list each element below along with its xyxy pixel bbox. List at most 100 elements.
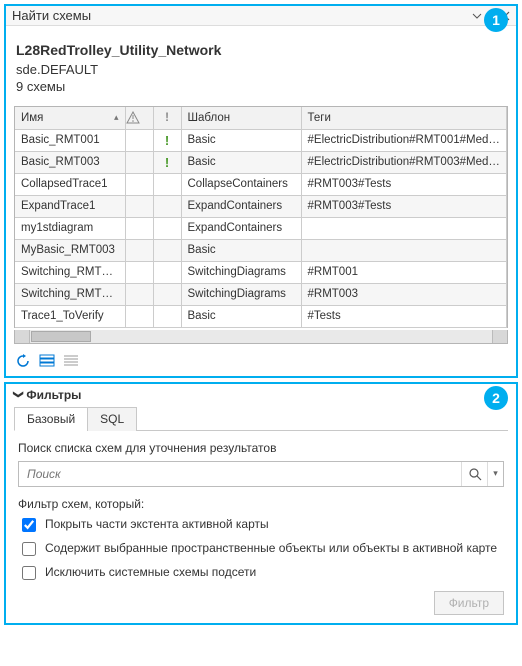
col-warning[interactable] <box>125 107 153 129</box>
table-row[interactable]: Basic_RMT001!Basic#ElectricDistribution#… <box>15 129 507 151</box>
filters-header[interactable]: ❯ Фильтры <box>6 384 516 406</box>
panel-titlebar: Найти схемы <box>6 6 516 26</box>
cell-mark: ! <box>153 129 181 151</box>
cell-warning <box>125 173 153 195</box>
cell-mark <box>153 305 181 327</box>
cell-tags <box>301 217 507 239</box>
check-exclude-label: Исключить системные схемы подсети <box>45 565 256 579</box>
table-row[interactable]: Trace1_ToVerify Basic#Tests <box>15 305 507 327</box>
info-block: L28RedTrolley_Utility_Network sde.DEFAUL… <box>6 26 516 102</box>
check-extent[interactable]: Покрыть части экстента активной карты <box>18 517 504 535</box>
version-name: sde.DEFAULT <box>16 62 506 77</box>
table-header-row: Имя ! Шаблон Теги <box>15 107 507 129</box>
cell-warning <box>125 151 153 173</box>
cell-name: Switching_RMT001 <box>15 261 125 283</box>
filter-tabs: Базовый SQL <box>14 406 508 431</box>
warning-icon <box>126 111 140 125</box>
cell-mark <box>153 239 181 261</box>
table-row[interactable]: ExpandTrace1 ExpandContainers#RMT003#Test… <box>15 195 507 217</box>
search-input[interactable] <box>19 462 461 486</box>
cell-mark <box>153 261 181 283</box>
diagrams-table: Имя ! Шаблон Теги Basic_RMT001!Basic#Ele… <box>15 107 507 328</box>
view-list-button[interactable] <box>38 352 56 370</box>
cell-warning <box>125 129 153 151</box>
cell-template: Basic <box>181 239 301 261</box>
toolbar <box>6 348 516 376</box>
check-selected[interactable]: Содержит выбранные пространственные объе… <box>18 541 504 559</box>
diagram-count: 9 схемы <box>16 79 506 94</box>
cell-tags: #RMT003 <box>301 283 507 305</box>
callout-badge-1: 1 <box>484 8 508 32</box>
tab-sql[interactable]: SQL <box>87 407 137 431</box>
col-template[interactable]: Шаблон <box>181 107 301 129</box>
cell-name: CollapsedTrace1 <box>15 173 125 195</box>
filters-panel: 2 ❯ Фильтры Базовый SQL Поиск списка схе… <box>4 382 518 625</box>
cell-tags <box>301 239 507 261</box>
refresh-button[interactable] <box>14 352 32 370</box>
cell-warning <box>125 261 153 283</box>
col-name[interactable]: Имя <box>15 107 125 129</box>
cell-warning <box>125 217 153 239</box>
tab-basic[interactable]: Базовый <box>14 407 88 431</box>
cell-tags: #RMT001 <box>301 261 507 283</box>
cell-name: ExpandTrace1 <box>15 195 125 217</box>
filter-button-row: Фильтр <box>18 591 504 615</box>
scrollbar-thumb[interactable] <box>31 331 91 342</box>
cell-name: Basic_RMT001 <box>15 129 125 151</box>
table-row[interactable]: CollapsedTrace1CollapseContainers#RMT003… <box>15 173 507 195</box>
cell-name: Basic_RMT003 <box>15 151 125 173</box>
cell-template: SwitchingDiagrams <box>181 261 301 283</box>
cell-mark <box>153 283 181 305</box>
search-icon[interactable] <box>461 462 487 486</box>
search-label: Поиск списка схем для уточнения результа… <box>18 441 504 455</box>
cell-name: MyBasic_RMT003 <box>15 239 125 261</box>
horizontal-scrollbar[interactable] <box>14 330 508 344</box>
table-row[interactable]: Switching_RMT003 SwitchingDiagrams#RMT003 <box>15 283 507 305</box>
dropdown-icon[interactable] <box>472 11 482 21</box>
filter-body: Поиск списка схем для уточнения результа… <box>6 431 516 623</box>
cell-tags: #ElectricDistribution#RMT001#Medium Volt… <box>301 129 507 151</box>
cell-warning <box>125 195 153 217</box>
chevron-down-icon: ❯ <box>13 390 24 398</box>
cell-mark: ! <box>153 151 181 173</box>
cell-tags: #ElectricDistribution#RMT003#Medium Volt… <box>301 151 507 173</box>
cell-template: ExpandContainers <box>181 217 301 239</box>
cell-tags: #RMT003#Tests <box>301 195 507 217</box>
check-extent-label: Покрыть части экстента активной карты <box>45 517 269 531</box>
search-dropdown-icon[interactable]: ▾ <box>487 462 503 486</box>
cell-name: my1stdiagram <box>15 217 125 239</box>
cell-template: Basic <box>181 305 301 327</box>
cell-name: Trace1_ToVerify <box>15 305 125 327</box>
col-tags[interactable]: Теги <box>301 107 507 129</box>
filter-button[interactable]: Фильтр <box>434 591 504 615</box>
table-row[interactable]: my1stdiagram ExpandContainers <box>15 217 507 239</box>
callout-badge-2: 2 <box>484 386 508 410</box>
cell-mark <box>153 195 181 217</box>
cell-name: Switching_RMT003 <box>15 283 125 305</box>
col-mark[interactable]: ! <box>153 107 181 129</box>
cell-warning <box>125 283 153 305</box>
cell-mark <box>153 217 181 239</box>
check-extent-box[interactable] <box>22 518 36 532</box>
check-selected-label: Содержит выбранные пространственные объе… <box>45 541 497 555</box>
table-row[interactable]: Switching_RMT001 SwitchingDiagrams#RMT001 <box>15 261 507 283</box>
diagrams-table-wrap: Имя ! Шаблон Теги Basic_RMT001!Basic#Ele… <box>14 106 508 328</box>
table-row[interactable]: Basic_RMT003!Basic#ElectricDistribution#… <box>15 151 507 173</box>
filters-title: Фильтры <box>26 388 81 402</box>
cell-template: Basic <box>181 129 301 151</box>
cell-template: SwitchingDiagrams <box>181 283 301 305</box>
cell-tags: #Tests <box>301 305 507 327</box>
cell-template: Basic <box>181 151 301 173</box>
check-exclude[interactable]: Исключить системные схемы подсети <box>18 565 504 583</box>
check-exclude-box[interactable] <box>22 566 36 580</box>
cell-template: ExpandContainers <box>181 195 301 217</box>
panel-title: Найти схемы <box>12 8 472 23</box>
view-compact-button[interactable] <box>62 352 80 370</box>
table-row[interactable]: MyBasic_RMT003 Basic <box>15 239 507 261</box>
check-selected-box[interactable] <box>22 542 36 556</box>
filter-group-label: Фильтр схем, который: <box>18 497 504 511</box>
find-diagrams-panel: 1 Найти схемы L28RedTrolley_Utility_Netw… <box>4 4 518 378</box>
network-name: L28RedTrolley_Utility_Network <box>16 42 506 58</box>
cell-warning <box>125 239 153 261</box>
cell-mark <box>153 173 181 195</box>
